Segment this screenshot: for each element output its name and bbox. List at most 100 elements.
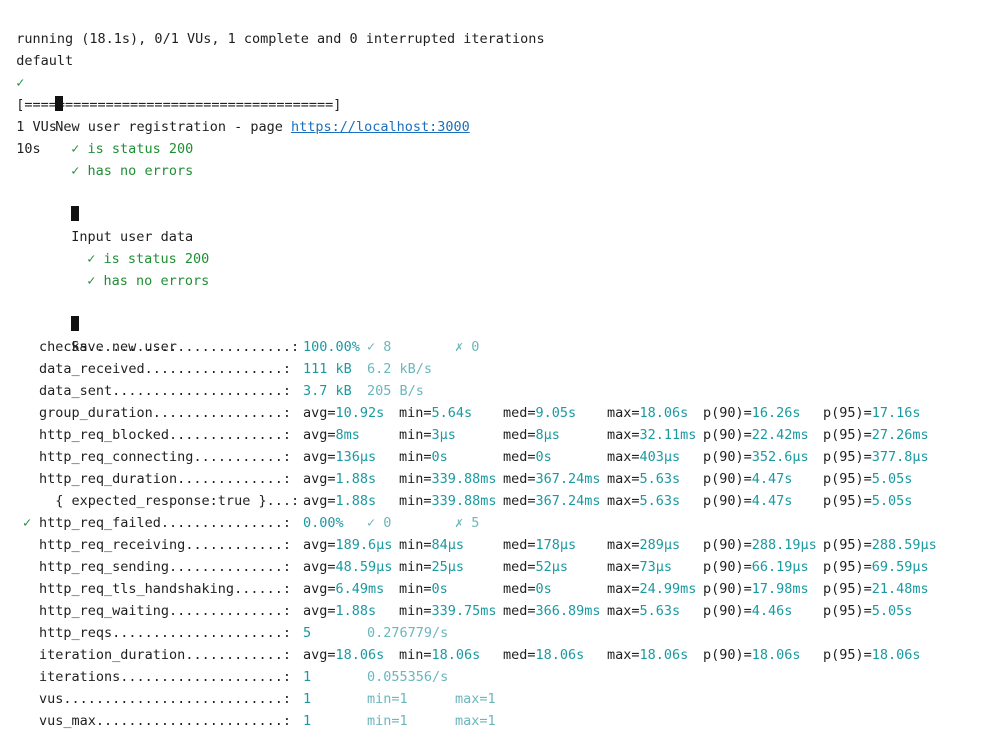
check-label: has no errors [87, 163, 194, 179]
metric-value: p(90)=4.47s [703, 471, 793, 487]
metric-leader-dots: .......................: [95, 713, 291, 729]
metric-value: p(95)=27.26ms [823, 427, 929, 443]
metric-value: p(90)=17.98ms [703, 581, 809, 597]
metric-value: min=1 [367, 691, 408, 707]
metric-value: avg=18.06s [303, 647, 385, 663]
metric-value: p(90)=66.19µs [703, 559, 809, 575]
metric-value: med=366.89ms [503, 603, 601, 619]
group-block-icon [71, 206, 80, 221]
metric-row: checks.........................: 100.00% ✓… [0, 336, 990, 358]
metric-value: p(95)=17.16s [823, 405, 921, 421]
metric-value: avg=8ms [303, 427, 360, 443]
metric-leader-dots: ...........................: [63, 691, 291, 707]
metric-leader-dots: ..............: [169, 603, 291, 619]
metric-value: avg=1.88s [303, 603, 377, 619]
metric-name: http_req_receiving [39, 537, 186, 553]
check-mark-icon: ✓ [71, 163, 80, 179]
metric-value: 5 [303, 625, 312, 641]
metric-value: min=3µs [399, 427, 456, 443]
metric-value: p(90)=16.26s [703, 405, 801, 421]
metric-value: avg=1.88s [303, 493, 377, 509]
metric-value: ✓ 0 [367, 515, 392, 531]
metric-value: 3.7 kB [303, 383, 352, 399]
group-header: Input user data [55, 182, 193, 245]
metric-value: 205 B/s [367, 383, 424, 399]
metric-value: max=289µs [607, 537, 681, 553]
metric-value: med=0s [503, 449, 552, 465]
metric-value: max=403µs [607, 449, 681, 465]
check-mark-icon: ✓ [16, 75, 25, 91]
metric-row: group_duration................: avg=10.92… [0, 402, 990, 424]
check-label: has no errors [103, 273, 210, 289]
metric-value: p(90)=352.6µs [703, 449, 809, 465]
metric-value: max=24.99ms [607, 581, 697, 597]
check-item: ✓ is status 200 [71, 226, 209, 267]
metric-name: http_req_failed [39, 515, 161, 531]
metric-row: data_received.................: 111 kB 6.2… [0, 358, 990, 380]
progress-line: default ✓ [=============================… [0, 28, 341, 157]
metric-row: iteration_duration............: avg=18.06… [0, 644, 990, 666]
metric-leader-dots: ....................: [120, 669, 291, 685]
metric-leader-dots: ............: [185, 647, 291, 663]
metric-name: http_req_blocked [39, 427, 170, 443]
metric-value: p(95)=5.05s [823, 493, 913, 509]
metric-name: data_received [39, 361, 145, 377]
metric-row: http_reqs.....................: 5 0.276779… [0, 622, 990, 644]
metric-value: avg=189.6µs [303, 537, 393, 553]
metric-name: http_req_connecting [39, 449, 194, 465]
metric-value: p(95)=5.05s [823, 471, 913, 487]
metric-row: { expected_response:true }...: avg=1.88s m… [0, 490, 990, 512]
metric-row: http_req_connecting...........: avg=136µs… [0, 446, 990, 468]
metric-row: vus_max.......................: 1 min=1 max… [0, 710, 990, 732]
metric-value: 1 [303, 691, 312, 707]
metric-row: http_req_waiting..............: avg=1.88s… [0, 600, 990, 622]
metric-value: min=0s [399, 581, 448, 597]
metric-name: http_req_duration [39, 471, 178, 487]
metric-value: max=5.63s [607, 471, 681, 487]
metric-value: 0.00% [303, 515, 344, 531]
metric-name: vus [39, 691, 64, 707]
metric-name: http_req_tls_handshaking [39, 581, 235, 597]
metric-value: 1 [303, 713, 312, 729]
metric-row: iterations....................: 1 0.055356… [0, 666, 990, 688]
metric-leader-dots: ................: [152, 405, 291, 421]
scenario-duration: 10s [16, 141, 41, 157]
metric-value: p(90)=288.19µs [703, 537, 817, 553]
metric-value: ✗ 0 [455, 339, 480, 355]
metric-name: http_req_waiting [39, 603, 170, 619]
metric-value: max=5.63s [607, 603, 681, 619]
metric-row: http_req_duration.............: avg=1.88s… [0, 468, 990, 490]
metric-leader-dots: ..............: [169, 559, 291, 575]
metric-name: iteration_duration [39, 647, 186, 663]
metric-row: data_sent.....................: 3.7 kB 205… [0, 380, 990, 402]
metric-leader-dots: .............: [177, 471, 291, 487]
metric-row: ✓ http_req_failed...............: 0.00% ✓ 0… [0, 512, 990, 534]
metric-leader-dots: .................: [144, 361, 291, 377]
metric-name: data_sent [39, 383, 113, 399]
metric-row: http_req_blocked..............: avg=8ms mi… [0, 424, 990, 446]
metric-name: { expected_response:true } [39, 493, 267, 509]
metric-value: min=5.64s [399, 405, 473, 421]
check-item: ✓ has no errors [55, 138, 193, 179]
metric-value: min=84µs [399, 537, 465, 553]
metric-value: min=0s [399, 449, 448, 465]
metric-name: iterations [39, 669, 121, 685]
metric-leader-dots: ...: [266, 493, 300, 509]
metric-value: p(95)=21.48ms [823, 581, 929, 597]
metric-value: ✗ 5 [455, 515, 480, 531]
metric-row: http_req_sending..............: avg=48.59… [0, 556, 990, 578]
group-block-icon [71, 316, 80, 331]
metric-value: med=8µs [503, 427, 560, 443]
metric-value: min=339.88ms [399, 493, 497, 509]
check-mark-icon: ✓ [87, 273, 96, 289]
group-url-link[interactable]: https://localhost:3000 [291, 119, 470, 135]
metric-value: 6.2 kB/s [367, 361, 433, 377]
metric-value: max=1 [455, 691, 496, 707]
metric-leader-dots: .....................: [112, 383, 291, 399]
metric-value: p(90)=4.46s [703, 603, 793, 619]
progress-bar: [======================================] [16, 97, 342, 113]
metric-row: http_req_tls_handshaking......: avg=6.49m… [0, 578, 990, 600]
metric-value: med=178µs [503, 537, 577, 553]
metric-value: p(90)=22.42ms [703, 427, 809, 443]
metric-row: http_req_receiving............: avg=189.6… [0, 534, 990, 556]
